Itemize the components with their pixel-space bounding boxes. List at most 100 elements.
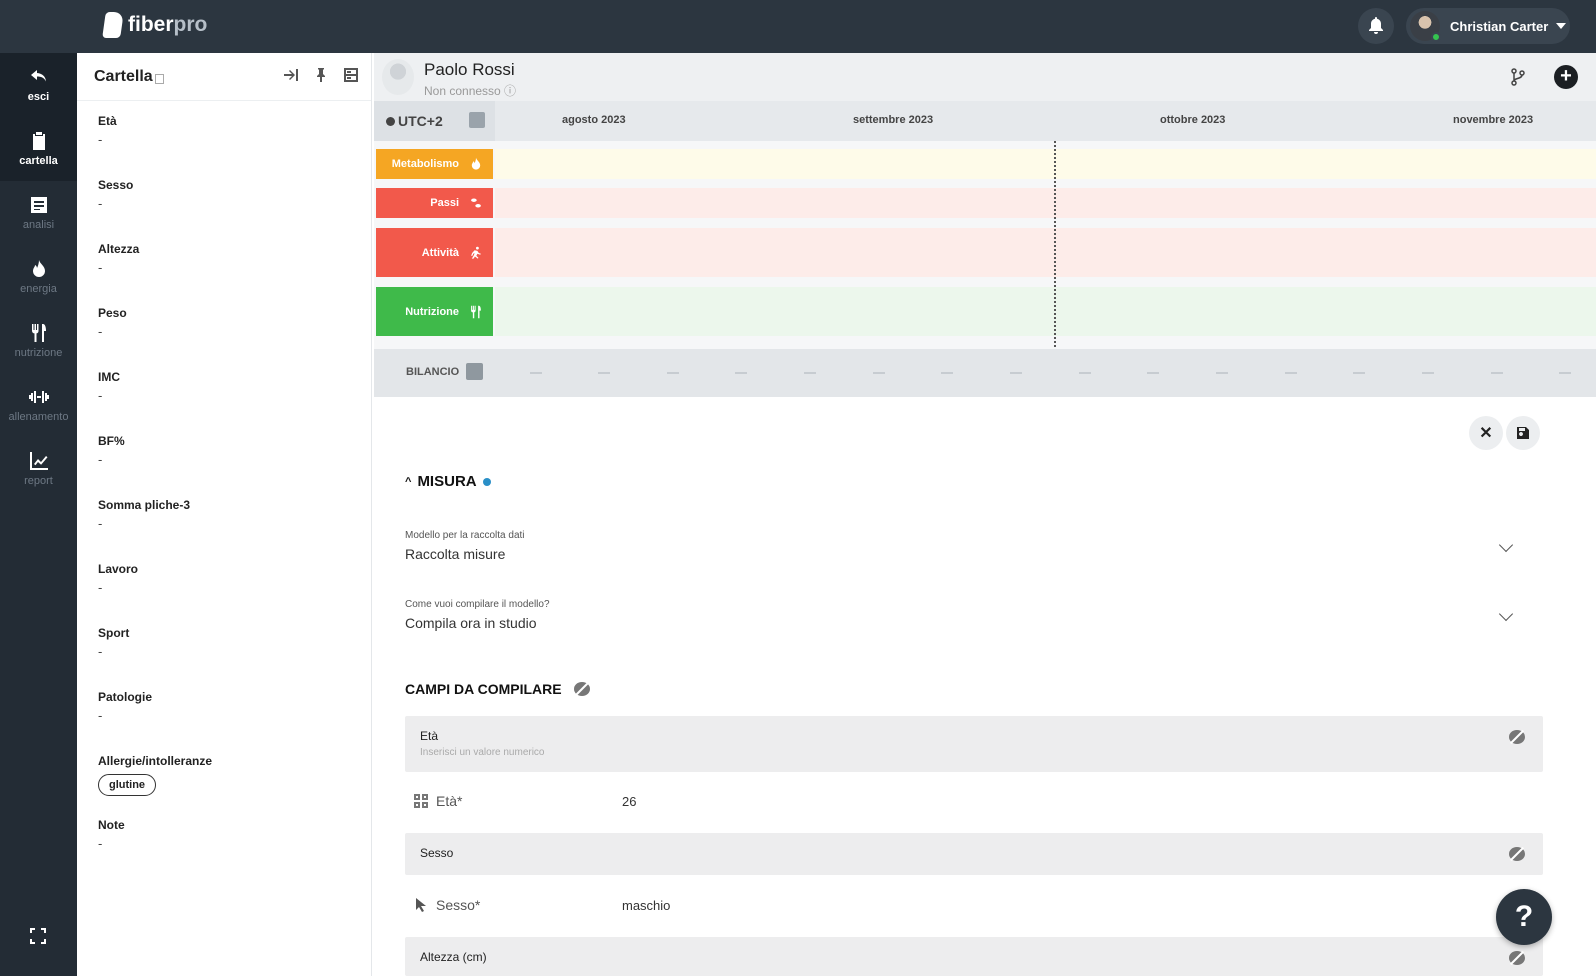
fiberpro-logo-icon — [102, 12, 124, 38]
field-card-sesso[interactable]: Sesso — [405, 833, 1543, 875]
value-label: Sesso* — [436, 897, 481, 913]
row-passi[interactable]: Passi — [376, 188, 493, 218]
nav-report[interactable]: report — [0, 437, 77, 501]
field-card-title: Altezza (cm) — [420, 950, 487, 964]
campi-title: CAMPI DA COMPILARE — [405, 681, 590, 697]
edit-card-icon[interactable] — [343, 67, 359, 83]
help-button[interactable]: ? — [1496, 889, 1552, 945]
user-avatar — [1410, 11, 1441, 42]
field-label: Note — [98, 818, 125, 832]
field-sesso: Sesso - — [98, 178, 133, 211]
field-card-title: Età — [420, 729, 439, 743]
field-label: Lavoro — [98, 562, 139, 576]
model-select[interactable]: Modello per la raccolta dati Raccolta mi… — [405, 530, 1515, 562]
value-text[interactable]: maschio — [622, 898, 670, 913]
chevron-down-icon — [1556, 23, 1567, 29]
field-value: - — [98, 580, 103, 595]
allergy-tag[interactable]: glutine — [98, 774, 157, 796]
value-row-eta[interactable]: Età* 26 — [414, 786, 1514, 816]
field-value: - — [98, 516, 103, 531]
model-select-label: Modello per la raccolta dati — [405, 530, 525, 541]
row-label-text: Attività — [421, 246, 459, 259]
field-label: Somma pliche-3 — [98, 498, 191, 512]
cartella-title: Cartella — [94, 67, 153, 85]
nav-exit[interactable]: esci — [0, 53, 77, 117]
pin-icon[interactable] — [313, 67, 329, 83]
field-sport: Sport - — [98, 626, 129, 659]
bilancio-row[interactable]: BILANCIO — [374, 349, 1596, 397]
nav-allenamento-label: allenamento — [8, 411, 69, 423]
user-name: Christian Carter — [1450, 18, 1549, 34]
close-button[interactable]: ✕ — [1469, 416, 1503, 450]
online-status-icon — [1431, 32, 1441, 42]
metabolismo-band[interactable] — [495, 149, 1596, 179]
field-label: Sesso — [98, 178, 134, 192]
brand-logo[interactable]: fiber pro — [102, 12, 208, 38]
mode-select-label: Come vuoi compilare il modello? — [405, 599, 550, 610]
field-imc: IMC - — [98, 370, 120, 403]
notifications-button[interactable] — [1358, 8, 1394, 44]
nav-nutrizione[interactable]: nutrizione — [0, 309, 77, 373]
calendar-check-icon[interactable] — [469, 112, 485, 128]
nav-report-label: report — [24, 475, 53, 487]
balance-placeholder — [1422, 372, 1434, 374]
field-label: Sport — [98, 626, 130, 640]
field-patologie: Patologie - — [98, 690, 152, 723]
eye-off-icon[interactable] — [1509, 951, 1525, 965]
balance-placeholder — [1491, 372, 1503, 374]
row-metabolismo[interactable]: Metabolismo — [376, 149, 493, 179]
main-sidebar: esci cartella analisi energia nutrizione… — [0, 53, 77, 976]
patient-status: Non connesso ⓘ — [424, 84, 517, 98]
balance-placeholder — [667, 372, 679, 374]
document-small-icon — [154, 73, 164, 84]
save-button[interactable] — [1506, 416, 1540, 450]
field-value: - — [98, 388, 103, 403]
row-attivita[interactable]: Attività — [376, 228, 493, 277]
value-text[interactable]: 26 — [622, 794, 636, 809]
brand-suffix: pro — [173, 13, 208, 36]
add-button[interactable]: + — [1554, 65, 1578, 89]
field-note: Note - — [98, 818, 125, 851]
help-label: ? — [1514, 900, 1534, 933]
section-misura[interactable]: ^ MISURA — [405, 473, 491, 490]
nav-cartella[interactable]: cartella — [0, 117, 77, 181]
mode-select-value: Compila ora in studio — [405, 615, 537, 631]
field-bf: BF% - — [98, 434, 125, 467]
model-select-value: Raccolta misure — [405, 546, 506, 562]
patient-avatar — [382, 59, 414, 95]
balance-placeholder — [1010, 372, 1022, 374]
month-label: agosto 2023 — [562, 114, 626, 126]
running-icon — [471, 246, 481, 259]
row-nutrizione[interactable]: Nutrizione — [376, 287, 493, 336]
eye-off-icon[interactable] — [573, 682, 590, 696]
attivita-band[interactable] — [495, 228, 1596, 277]
nav-energia[interactable]: energia — [0, 245, 77, 309]
flame-icon — [32, 260, 45, 277]
mode-select[interactable]: Come vuoi compilare il modello? Compila … — [405, 599, 1515, 631]
chart-line-icon — [29, 452, 48, 470]
field-label: Allergie/intolleranze — [98, 754, 213, 768]
month-label: settembre 2023 — [853, 114, 934, 126]
collapse-right-icon[interactable] — [283, 67, 299, 83]
nav-analisi[interactable]: analisi — [0, 181, 77, 245]
timezone-selector[interactable]: UTC+2 — [374, 101, 495, 141]
passi-band[interactable] — [495, 188, 1596, 218]
status-dot — [482, 477, 491, 486]
field-allergie: Allergie/intolleranze glutine — [98, 754, 212, 796]
timezone-label: UTC+2 — [398, 113, 443, 129]
eye-off-icon[interactable] — [1509, 730, 1525, 744]
nav-allenamento[interactable]: allenamento — [0, 373, 77, 437]
field-label: Patologie — [98, 690, 153, 704]
nutrizione-band[interactable] — [495, 287, 1596, 336]
user-menu[interactable]: Christian Carter — [1406, 8, 1570, 44]
fullscreen-icon[interactable] — [28, 926, 48, 946]
eye-off-icon[interactable] — [1509, 847, 1525, 861]
branch-icon[interactable] — [1510, 68, 1526, 86]
bar-chart-icon[interactable] — [466, 363, 483, 380]
month-label: ottobre 2023 — [1160, 114, 1226, 126]
nav-cartella-label: cartella — [19, 155, 58, 167]
field-label: Altezza — [98, 242, 140, 256]
field-card-altezza[interactable]: Altezza (cm) — [405, 937, 1543, 976]
field-card-eta[interactable]: Età Inserisci un valore numerico — [405, 716, 1543, 772]
value-row-sesso[interactable]: Sesso* maschio — [414, 890, 1514, 920]
